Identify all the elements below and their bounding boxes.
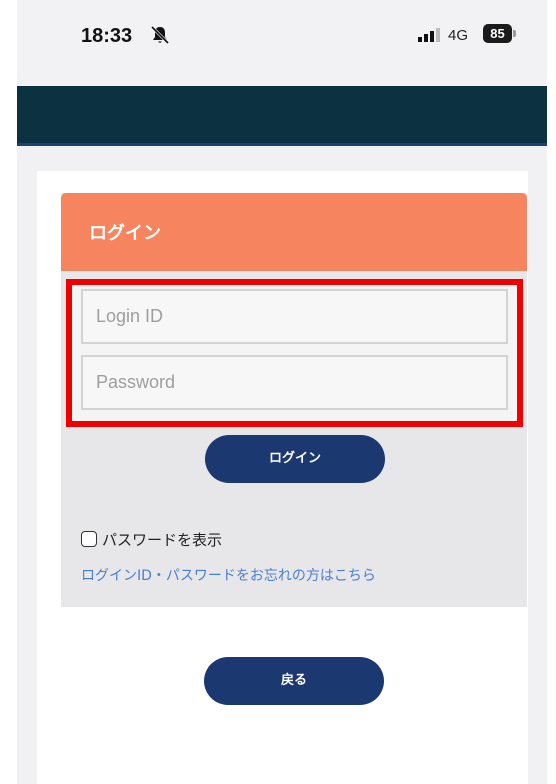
credentials-highlight — [66, 279, 523, 427]
login-panel: ログイン ログイン パスワードを表示 ログインID・パスワードをお忘れの方はこち… — [61, 193, 527, 607]
show-password-label: パスワードを表示 — [102, 530, 223, 549]
network-type: 4G — [448, 27, 469, 44]
status-time: 18:33 — [81, 25, 133, 47]
login-header: ログイン — [61, 193, 527, 271]
battery-tip — [513, 30, 516, 37]
status-bar: 18:33 4G 85 — [17, 0, 547, 86]
signal-icon — [418, 28, 440, 42]
show-password-toggle[interactable]: パスワードを表示 — [81, 528, 222, 550]
back-button[interactable]: 戻る — [204, 657, 384, 705]
login-id-input[interactable] — [81, 289, 508, 344]
phone-screen: 18:33 4G 85 ログイン ログイン — [17, 0, 547, 784]
login-button[interactable]: ログイン — [205, 435, 385, 483]
bell-off-icon — [150, 25, 170, 45]
password-input[interactable] — [81, 355, 508, 410]
login-title: ログイン — [89, 223, 161, 244]
battery-icon: 85 — [483, 24, 512, 43]
app-header-band — [17, 86, 547, 146]
content-card: ログイン ログイン パスワードを表示 ログインID・パスワードをお忘れの方はこち… — [37, 171, 528, 784]
forgot-credentials-link[interactable]: ログインID・パスワードをお忘れの方はこちら — [81, 565, 376, 585]
show-password-checkbox[interactable] — [81, 531, 97, 547]
